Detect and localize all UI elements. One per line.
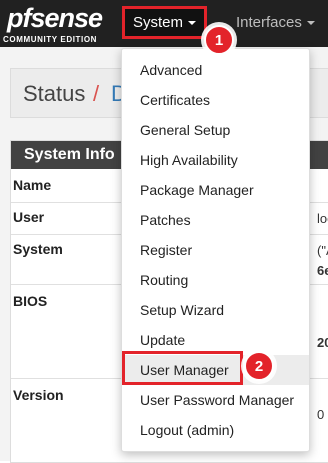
step-one-badge: 1 [204,25,234,55]
system-dropdown-menu: Advanced Certificates General Setup High… [121,48,310,452]
menu-item-general-setup[interactable]: General Setup [122,115,309,145]
row-label-version: Version [13,387,64,403]
row-value-system-id: 6e [317,263,328,278]
logo-wordmark: pfsense [7,3,103,33]
step-two-badge: 2 [244,351,274,381]
menu-item-high-availability[interactable]: High Availability [122,145,309,175]
nav-system-menu[interactable]: System [122,6,207,39]
menu-item-routing[interactable]: Routing [122,265,309,295]
nav-interfaces-menu[interactable]: Interfaces [236,6,315,39]
menu-item-user-password-manager[interactable]: User Password Manager [122,385,309,415]
menu-item-package-manager[interactable]: Package Manager [122,175,309,205]
row-value-bios: 201 [317,335,328,350]
row-value-system: ("A [317,243,328,258]
row-label-bios: BIOS [13,293,48,309]
user-manager-highlight [122,351,243,385]
row-label-name: Name [13,177,52,193]
menu-item-patches[interactable]: Patches [122,205,309,235]
row-value-version: 0 C [317,407,328,422]
top-navbar: pfsense COMMUNITY EDITION System Interfa… [0,0,328,47]
nav-system-label: System [132,14,183,31]
menu-item-certificates[interactable]: Certificates [122,85,309,115]
row-value-user: loca [317,211,328,226]
row-label-user: User [13,209,45,225]
pfsense-logo[interactable]: pfsense COMMUNITY EDITION [3,3,115,47]
menu-item-advanced[interactable]: Advanced [122,55,309,85]
nav-interfaces-label: Interfaces [236,14,302,31]
caret-down-icon [306,20,315,25]
menu-item-setup-wizard[interactable]: Setup Wizard [122,295,309,325]
breadcrumb-separator: / [93,81,100,106]
menu-item-register[interactable]: Register [122,235,309,265]
row-label-system: System [13,241,63,257]
breadcrumb-status: Status [23,81,86,106]
menu-item-logout[interactable]: Logout (admin) [122,415,309,445]
caret-down-icon [188,20,196,25]
logo-edition: COMMUNITY EDITION [3,35,98,44]
